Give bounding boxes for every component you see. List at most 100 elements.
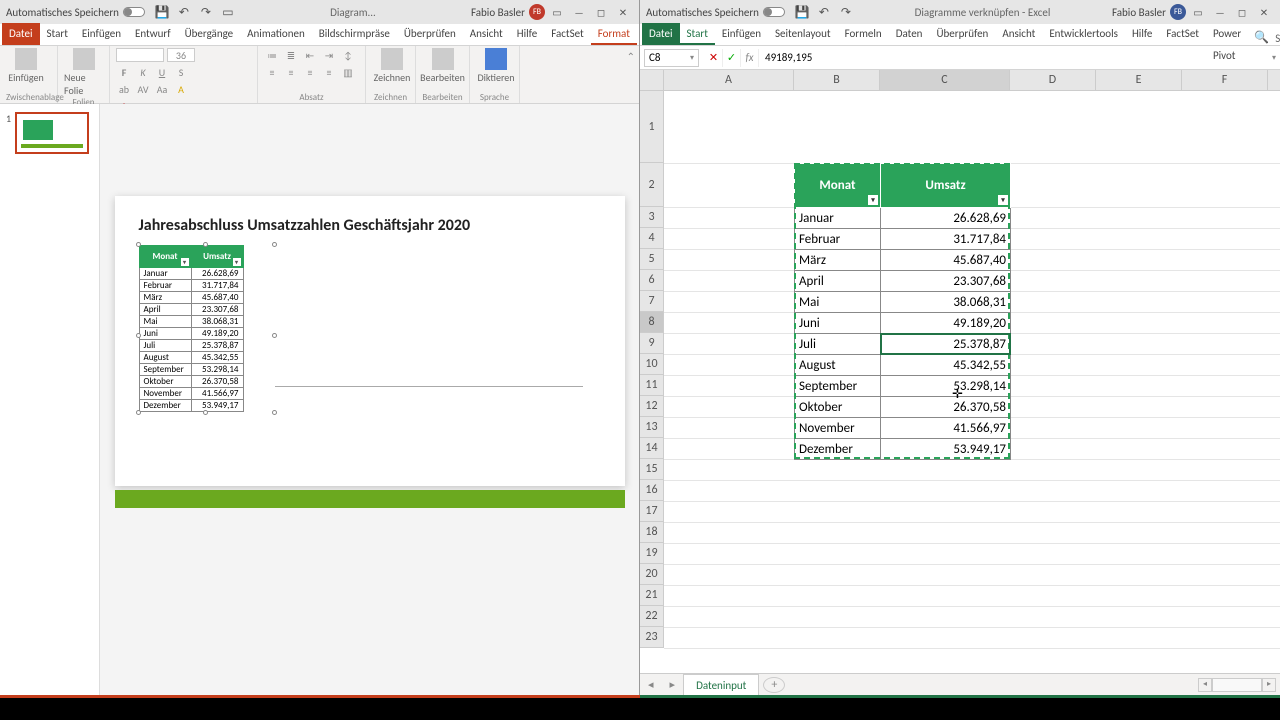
paste-button[interactable]: Einfügen bbox=[6, 48, 46, 84]
undo-icon[interactable]: ↶ bbox=[177, 5, 191, 19]
search-icon[interactable]: 🔍 bbox=[1248, 30, 1275, 45]
tab-review[interactable]: Überprüfen bbox=[397, 23, 463, 45]
row-header[interactable]: 2 bbox=[640, 163, 664, 207]
minimize-icon[interactable]: — bbox=[569, 5, 589, 19]
align-right-button[interactable]: ≡ bbox=[302, 65, 318, 79]
new-slide-button[interactable]: Neue Folie bbox=[64, 48, 104, 97]
table-row[interactable]: Mai38.068,31 bbox=[139, 316, 243, 328]
expand-fxbar-icon[interactable]: ▾ bbox=[1268, 53, 1280, 63]
autosave-toggle[interactable] bbox=[123, 7, 145, 17]
collapse-ribbon-icon[interactable]: ⌃ bbox=[627, 50, 635, 63]
table-row[interactable]: März45.687,40 bbox=[795, 250, 1011, 271]
table-row[interactable]: August45.342,55 bbox=[795, 355, 1011, 376]
zoom-level[interactable]: 160 % bbox=[1245, 701, 1272, 714]
h-scrollbar[interactable] bbox=[1212, 678, 1262, 692]
col-header-b[interactable]: B bbox=[794, 70, 880, 90]
table-row[interactable]: Januar26.628,69 bbox=[139, 268, 243, 280]
underline-button[interactable]: U bbox=[154, 65, 170, 79]
italic-button[interactable]: K bbox=[135, 65, 151, 79]
col-header-d[interactable]: D bbox=[1010, 70, 1096, 90]
row-header[interactable]: 7 bbox=[640, 291, 664, 312]
col-header-c[interactable]: C bbox=[880, 70, 1010, 90]
normal-view-icon[interactable]: ▦ bbox=[1087, 701, 1105, 715]
tab-file[interactable]: Datei bbox=[642, 23, 680, 45]
fit-view-icon[interactable]: ⊡ bbox=[623, 701, 632, 714]
tab-factset[interactable]: FactSet bbox=[544, 23, 591, 45]
select-all-corner[interactable] bbox=[640, 70, 664, 90]
filter-arrow-icon[interactable]: ▾ bbox=[181, 258, 189, 266]
table-row[interactable]: September53.298,14 bbox=[139, 364, 243, 376]
tab-view[interactable]: Ansicht bbox=[463, 23, 510, 45]
row-header[interactable]: 6 bbox=[640, 270, 664, 291]
redo-icon[interactable]: ↷ bbox=[839, 5, 853, 19]
case-button[interactable]: Aa bbox=[154, 82, 170, 96]
zoom-in-icon[interactable]: + bbox=[1233, 701, 1238, 714]
table-row[interactable]: Juli25.378,87 bbox=[795, 334, 1011, 355]
table-row[interactable]: August45.342,55 bbox=[139, 352, 243, 364]
scroll-right-icon[interactable]: ▸ bbox=[1262, 678, 1276, 692]
shadow-button[interactable]: ab bbox=[116, 82, 132, 96]
filter-arrow-icon[interactable]: ▾ bbox=[868, 195, 878, 205]
table-row[interactable]: Januar26.628,69 bbox=[795, 208, 1011, 229]
undo-icon[interactable]: ↶ bbox=[817, 5, 831, 19]
cancel-icon[interactable]: ✕ bbox=[705, 49, 723, 67]
tab-formulas[interactable]: Formeln bbox=[838, 23, 889, 45]
row-header[interactable]: 19 bbox=[640, 543, 664, 564]
row-header[interactable]: 4 bbox=[640, 228, 664, 249]
slideshow-icon[interactable]: ▭ bbox=[221, 5, 235, 19]
dictate-button[interactable]: Diktieren bbox=[476, 48, 516, 84]
font-size-dropdown[interactable]: 36 bbox=[167, 48, 195, 62]
row-header[interactable]: 3 bbox=[640, 207, 664, 228]
align-left-button[interactable]: ≡ bbox=[264, 65, 280, 79]
edit-button[interactable]: Bearbeiten bbox=[422, 48, 463, 84]
font-family-dropdown[interactable] bbox=[116, 48, 164, 62]
table-row[interactable]: Februar31.717,84 bbox=[795, 229, 1011, 250]
zoom-out-icon[interactable]: − bbox=[1146, 701, 1151, 714]
table-row[interactable]: Mai38.068,31 bbox=[795, 292, 1011, 313]
row-header[interactable]: 17 bbox=[640, 501, 664, 522]
table-row[interactable]: Oktober26.370,58 bbox=[795, 397, 1011, 418]
row-header[interactable]: 10 bbox=[640, 354, 664, 375]
name-box[interactable]: C8▾ bbox=[644, 49, 699, 67]
line-spacing-button[interactable]: ↕ bbox=[340, 48, 356, 62]
table-row[interactable]: März45.687,40 bbox=[139, 292, 243, 304]
formula-input[interactable]: 49189,195 bbox=[759, 51, 1268, 64]
table-row[interactable]: April23.307,68 bbox=[795, 271, 1011, 292]
table-row[interactable]: Dezember53.949,17 bbox=[795, 439, 1011, 460]
row-header[interactable]: 21 bbox=[640, 585, 664, 606]
save-icon[interactable]: 💾 bbox=[795, 5, 809, 19]
indent-dec-button[interactable]: ⇤ bbox=[302, 48, 318, 62]
maximize-icon[interactable]: ◻ bbox=[591, 5, 611, 19]
row-header[interactable]: 23 bbox=[640, 627, 664, 648]
tab-file[interactable]: Datei bbox=[2, 23, 40, 45]
sheet-nav-next-icon[interactable]: ▸ bbox=[662, 678, 684, 691]
ribbon-mode-icon[interactable]: ▭ bbox=[547, 5, 567, 19]
bold-button[interactable]: F bbox=[116, 65, 132, 79]
minimize-icon[interactable]: — bbox=[1210, 5, 1230, 19]
tab-animations[interactable]: Animationen bbox=[240, 23, 312, 45]
zoom-in-icon[interactable]: + bbox=[584, 701, 589, 714]
autosave-toggle[interactable] bbox=[763, 7, 785, 17]
row-header[interactable]: 11 bbox=[640, 375, 664, 396]
col-header-e[interactable]: E bbox=[1096, 70, 1182, 90]
tab-insert[interactable]: Einfügen bbox=[75, 23, 128, 45]
reading-view-icon[interactable]: 📖 bbox=[457, 701, 475, 715]
sheet-nav-prev-icon[interactable]: ◂ bbox=[640, 678, 662, 691]
slideshow-view-icon[interactable]: ▦ bbox=[477, 701, 495, 715]
row-header[interactable]: 20 bbox=[640, 564, 664, 585]
indent-inc-button[interactable]: ⇥ bbox=[321, 48, 337, 62]
columns-button[interactable]: ▥ bbox=[340, 65, 356, 79]
row-header[interactable]: 18 bbox=[640, 522, 664, 543]
tab-format[interactable]: Format bbox=[591, 23, 637, 45]
new-sheet-button[interactable]: + bbox=[763, 677, 785, 693]
row-header[interactable]: 5 bbox=[640, 249, 664, 270]
notes-button[interactable]: 📝 Notizen bbox=[366, 701, 417, 714]
table-row[interactable]: Dezember53.949,17 bbox=[139, 400, 243, 412]
row-header[interactable]: 9 bbox=[640, 333, 664, 354]
table-row[interactable]: Juli25.378,87 bbox=[139, 340, 243, 352]
tab-design[interactable]: Entwurf bbox=[128, 23, 178, 45]
table-row[interactable]: Juni49.189,20 bbox=[795, 313, 1011, 334]
strike-button[interactable]: S bbox=[173, 65, 189, 79]
col-header-a[interactable]: A bbox=[664, 70, 794, 90]
bullets-button[interactable]: ≔ bbox=[264, 48, 280, 62]
